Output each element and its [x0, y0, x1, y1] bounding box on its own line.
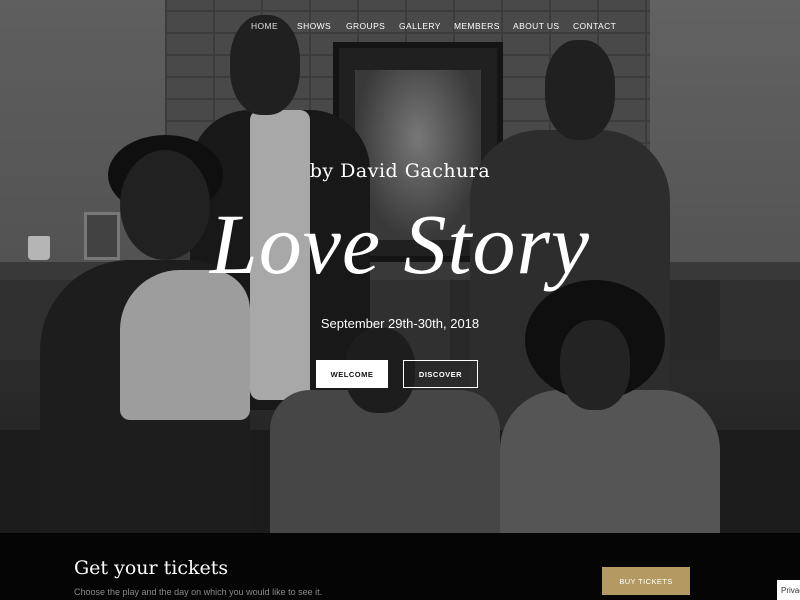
- nav-item-about-us[interactable]: ABOUT US: [513, 21, 560, 31]
- tickets-subtitle: Choose the play and the day on which you…: [74, 587, 323, 597]
- nav-item-home[interactable]: HOME: [251, 21, 278, 31]
- nav-item-groups[interactable]: GROUPS: [346, 21, 385, 31]
- nav-item-contact[interactable]: CONTACT: [573, 21, 616, 31]
- nav-item-members[interactable]: MEMBERS: [454, 21, 500, 31]
- nav-item-gallery[interactable]: GALLERY: [399, 21, 441, 31]
- discover-button[interactable]: DISCOVER: [403, 360, 478, 388]
- hero-date: September 29th-30th, 2018: [320, 316, 480, 331]
- hero-title: Love Story: [209, 196, 591, 292]
- buy-tickets-button[interactable]: BUY TICKETS: [602, 567, 690, 595]
- hero-byline: by David Gachura: [309, 160, 491, 182]
- hero-section: HOME SHOWS GROUPS GALLERY MEMBERS ABOUT …: [0, 0, 800, 533]
- nav-item-shows[interactable]: SHOWS: [297, 21, 331, 31]
- tickets-title: Get your tickets: [74, 557, 229, 579]
- privacy-tab[interactable]: Privacy: [777, 580, 800, 600]
- welcome-button[interactable]: WELCOME: [316, 360, 388, 388]
